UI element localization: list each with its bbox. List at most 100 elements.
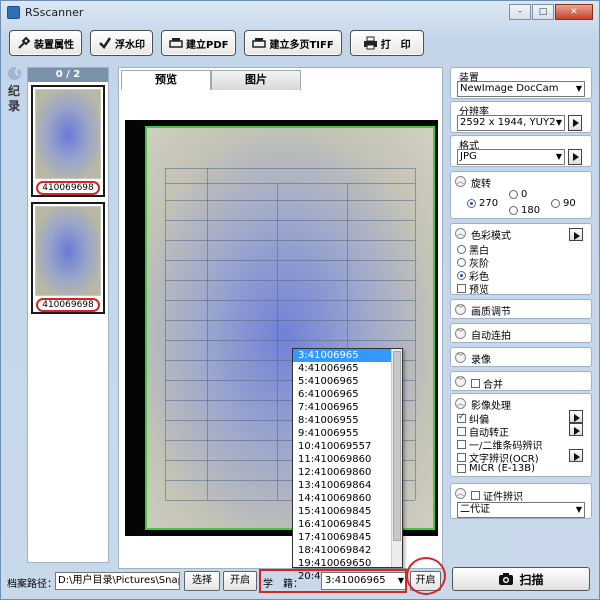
chevron-down-icon: ▼: [555, 152, 562, 161]
rotate-180-label: 180: [521, 205, 541, 216]
rotate-90-label: 90: [563, 198, 576, 209]
record-group[interactable]: ﹀ 录像: [450, 347, 592, 367]
chevron-down-icon: ▼: [575, 505, 582, 514]
dropdown-option[interactable]: 15:410069845: [293, 505, 402, 518]
dropdown-option[interactable]: 4:41006965: [293, 362, 402, 375]
dropdown-option[interactable]: 11:410069860: [293, 453, 402, 466]
auto-shoot-label: 自动连拍: [471, 331, 511, 342]
chevron-down-icon[interactable]: ﹀: [455, 376, 466, 387]
rotate-270-label: 270: [479, 198, 499, 209]
build-tiff-label: 建立多页TIFF: [269, 39, 334, 51]
dropdown-option[interactable]: 7:41006965: [293, 401, 402, 414]
quality-group[interactable]: ﹀ 画质调节: [450, 299, 592, 319]
device-select[interactable]: NewImage DocCam ▼: [457, 81, 585, 97]
minimize-button[interactable]: –: [509, 4, 531, 20]
rotate-group: ︿ 旋转 270 0 180 90: [450, 171, 592, 219]
dropdown-option[interactable]: 14:410069860: [293, 492, 402, 505]
window-title: RSscanner: [25, 6, 84, 19]
format-play-icon[interactable]: [568, 149, 582, 165]
print-button[interactable]: 打 印: [349, 30, 424, 56]
print-label: 打 印: [380, 39, 411, 51]
build-tiff-button[interactable]: 建立多页TIFF: [244, 30, 342, 56]
merge-checkbox[interactable]: 合并: [471, 376, 503, 391]
tab-image[interactable]: 图片: [211, 70, 301, 90]
scanner-icon: [169, 38, 183, 48]
color-preview-checkbox[interactable]: 预览: [457, 281, 489, 296]
resolution-play-icon[interactable]: [568, 115, 582, 131]
image-process-label: 影像处理: [471, 401, 511, 412]
dropdown-option[interactable]: 17:410069845: [293, 531, 402, 544]
device-properties-label: 装置属性: [34, 39, 74, 51]
resolution-select[interactable]: 2592 x 1944, YUY2 ▼: [457, 115, 565, 131]
id-card-type-value: 二代证: [460, 504, 490, 515]
tab-preview[interactable]: 预览: [121, 70, 211, 90]
dropdown-option[interactable]: 9:41006955: [293, 427, 402, 440]
path-label: 档案路径：: [7, 579, 57, 590]
build-pdf-label: 建立PDF: [186, 39, 229, 51]
dropdown-option[interactable]: 3:41006965: [293, 349, 402, 362]
format-group: 格式 JPG ▼: [450, 135, 592, 167]
dropdown-option[interactable]: 16:410069845: [293, 518, 402, 531]
path-field[interactable]: D:\用户目录\Pictures\Snapsh: [55, 572, 180, 590]
maximize-button[interactable]: □: [532, 4, 554, 20]
dropdown-option[interactable]: 12:410069860: [293, 466, 402, 479]
app-icon: [7, 6, 20, 19]
ocr-play-icon[interactable]: [569, 449, 583, 462]
camera-icon: [499, 573, 514, 585]
auto-rotate-play-icon[interactable]: [569, 423, 583, 436]
student-id-dropdown-list[interactable]: 3:41006965 4:41006965 5:41006965 6:41006965…: [292, 348, 403, 582]
color-mode-group: ︿ 色彩模式 黑白 灰阶 彩色 预览: [450, 223, 592, 296]
scan-label: 扫描: [519, 572, 544, 587]
rotate-180-radio[interactable]: 180: [509, 205, 540, 216]
watermark-button[interactable]: 浮水印: [90, 30, 153, 56]
dropdown-option[interactable]: 8:41006955: [293, 414, 402, 427]
dropdown-option[interactable]: 18:410069842: [293, 544, 402, 557]
dropdown-option[interactable]: 5:41006965: [293, 375, 402, 388]
chevron-up-icon[interactable]: ︿: [455, 488, 466, 499]
chevron-down-icon[interactable]: ﹀: [455, 328, 466, 339]
dropdown-option[interactable]: 13:410069864: [293, 479, 402, 492]
resolution-value: 2592 x 1944, YUY2: [460, 117, 556, 128]
scanner-icon: [252, 38, 267, 48]
micr-checkbox[interactable]: MICR (E-13B): [457, 463, 535, 474]
micr-label: MICR (E-13B): [469, 463, 536, 474]
rotate-90-radio[interactable]: 90: [551, 198, 576, 209]
rotate-label: 旋转: [471, 179, 491, 190]
color-play-icon[interactable]: [569, 228, 583, 241]
format-select[interactable]: JPG ▼: [457, 149, 565, 165]
tools-icon: [18, 36, 31, 49]
rotate-0-radio[interactable]: 0: [509, 189, 527, 200]
auto-shoot-group[interactable]: ﹀ 自动连拍: [450, 323, 592, 343]
chevron-down-icon[interactable]: ﹀: [455, 304, 466, 315]
dropdown-option[interactable]: 6:41006965: [293, 388, 402, 401]
close-button[interactable]: ✕: [555, 4, 593, 20]
chevron-down-icon: ▼: [575, 84, 582, 93]
thumbnail-image: [35, 206, 101, 296]
collapse-history-button[interactable]: 《: [8, 67, 21, 80]
merge-label: 合并: [483, 380, 503, 391]
chevron-down-icon[interactable]: ﹀: [455, 352, 466, 363]
open-folder-button[interactable]: 开启: [223, 571, 257, 591]
merge-group: ﹀ 合并: [450, 371, 592, 391]
settings-panel: 装置 NewImage DocCam ▼ 分辨率 2592 x 1944, YUY…: [450, 67, 592, 567]
chevron-up-icon[interactable]: ︿: [455, 176, 466, 187]
build-pdf-button[interactable]: 建立PDF: [161, 30, 237, 56]
select-path-button[interactable]: 选择: [184, 571, 220, 591]
scan-button[interactable]: 扫描: [452, 567, 590, 591]
device-properties-button[interactable]: 装置属性: [9, 30, 82, 56]
highlight-circle: [406, 557, 446, 595]
dropdown-option[interactable]: 10:410069557: [293, 440, 402, 453]
image-process-group: ︿ 影像处理 纠偏 自动转正 一/二维条码辨识 文字辨识(OCR) MICR (…: [450, 393, 592, 477]
thumbnail-panel: 0 / 2 410069698 410069698: [27, 67, 109, 563]
dropdown-scrollbar[interactable]: [391, 349, 402, 567]
thumbnail-item[interactable]: 410069698: [31, 202, 105, 314]
deskew-play-icon[interactable]: [569, 410, 583, 423]
id-card-label: 证件辨识: [483, 492, 523, 503]
rotate-270-radio[interactable]: 270: [467, 198, 498, 209]
history-strip: 《 纪录: [7, 67, 25, 563]
chevron-up-icon[interactable]: ︿: [455, 228, 466, 239]
id-card-type-select[interactable]: 二代证 ▼: [457, 502, 585, 518]
chevron-up-icon[interactable]: ︿: [455, 398, 466, 409]
thumbnail-item[interactable]: 410069698: [31, 85, 105, 197]
id-card-checkbox[interactable]: 证件辨识: [471, 488, 523, 503]
